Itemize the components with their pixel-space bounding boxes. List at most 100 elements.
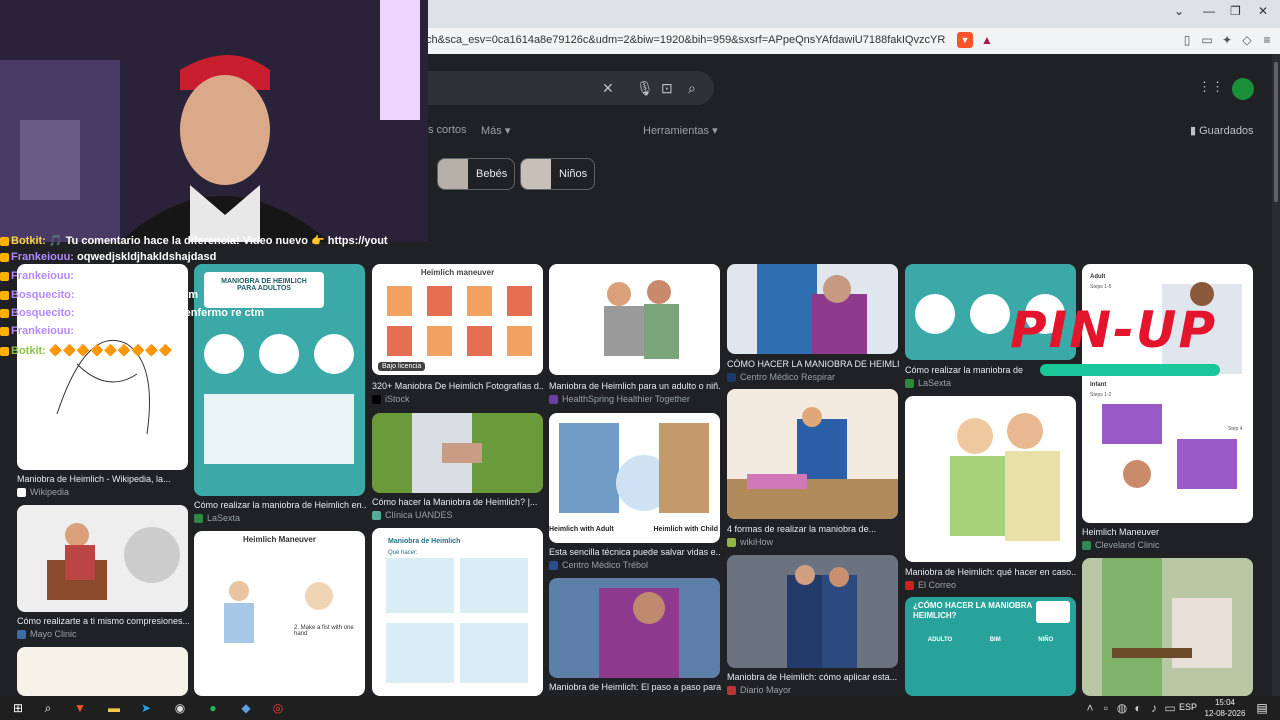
lens-icon[interactable]: ⊡ bbox=[661, 80, 673, 97]
url-text[interactable]: ch&sca_esv=0ca1614a8e79126c&udm=2&biw=19… bbox=[426, 34, 946, 46]
result-image[interactable] bbox=[549, 264, 720, 375]
result-source[interactable]: Diario Mayor bbox=[727, 685, 791, 695]
result-image[interactable] bbox=[727, 389, 898, 519]
wallet-icon[interactable]: ▭ bbox=[1200, 32, 1214, 48]
result-source[interactable]: Centro Médico Trébol bbox=[549, 560, 648, 570]
result-image[interactable]: MANIOBRA DE HEIMLICH PARA ADULTOS bbox=[194, 264, 365, 496]
obs-icon[interactable]: ◉ bbox=[170, 698, 190, 718]
brave-shield-icon[interactable]: ▼ bbox=[957, 32, 973, 48]
result-source[interactable]: LaSexta bbox=[194, 513, 240, 523]
result-caption[interactable]: Maniobra de Heimlich para un adulto o ni… bbox=[549, 381, 721, 391]
windows-start-icon[interactable]: ⊞ bbox=[8, 698, 28, 718]
result-caption[interactable]: Maniobra de Heimlich - Wikipedia, la... bbox=[17, 474, 189, 484]
column-headers: ADULTO BIM NIÑO bbox=[909, 637, 1072, 643]
result-source[interactable]: LaSexta bbox=[905, 378, 951, 388]
result-caption[interactable]: Esta sencilla técnica puede salvar vidas… bbox=[549, 547, 721, 557]
result-image[interactable]: Maniobra de Heimlich Qué hacer: bbox=[372, 528, 543, 696]
result-caption[interactable]: Maniobra de Heimlich: qué hacer en caso.… bbox=[905, 567, 1077, 577]
apps-icon[interactable]: ⋮⋮ bbox=[1198, 79, 1224, 94]
result-image[interactable] bbox=[17, 505, 188, 612]
column-header: BIM bbox=[989, 637, 1001, 643]
result-source[interactable]: iStock bbox=[372, 394, 410, 404]
chat-user: Frankeiouu: bbox=[11, 325, 74, 337]
favicon-icon bbox=[727, 685, 736, 695]
app-icon[interactable]: ◆ bbox=[236, 698, 256, 718]
result-caption[interactable]: Cómo hacer la Maniobra de Heimlich? |... bbox=[372, 497, 544, 507]
msp-logo bbox=[1036, 601, 1070, 623]
result-caption[interactable]: 4 formas de realizar la maniobra de... bbox=[727, 524, 899, 534]
result-caption[interactable]: Heimlich Maneuver bbox=[1082, 527, 1254, 537]
clear-icon[interactable]: ✕ bbox=[602, 80, 614, 97]
result-caption[interactable]: Maniobra de Heimlich: cómo aplicar esta.… bbox=[727, 672, 899, 682]
result-image[interactable]: Heimlich with Adult Heimlich with Child bbox=[549, 413, 720, 543]
chat-text: olmo que wea es oe enfermo re ctm bbox=[77, 307, 265, 319]
favicon-icon bbox=[905, 580, 914, 590]
language-indicator[interactable]: ESP bbox=[1179, 702, 1197, 712]
minimize-icon[interactable]: — bbox=[1203, 4, 1215, 18]
search-icon[interactable]: ⌕ bbox=[688, 80, 696, 97]
saved-link[interactable]: ▮ Guardados bbox=[1190, 124, 1254, 137]
result-image[interactable] bbox=[727, 264, 898, 354]
close-icon[interactable]: ✕ bbox=[1258, 4, 1268, 18]
rewards-icon[interactable]: ▲ bbox=[980, 32, 994, 48]
result-source[interactable]: Clínica UANDES bbox=[372, 510, 453, 520]
result-caption[interactable]: Cómo realizarte a ti mismo compresiones.… bbox=[17, 616, 189, 626]
source-name: Wikipedia bbox=[30, 487, 70, 497]
chrome-icon[interactable]: ◎ bbox=[268, 698, 288, 718]
result-source[interactable]: wikiHow bbox=[727, 537, 773, 547]
scrollbar[interactable] bbox=[1272, 54, 1280, 696]
result-image[interactable] bbox=[549, 578, 720, 678]
image-label-right: Heimlich with Child bbox=[653, 526, 718, 533]
source-name: Diario Mayor bbox=[740, 685, 792, 695]
result-caption[interactable]: Maniobra de Heimlich: El paso a paso par… bbox=[549, 682, 721, 692]
scrollbar-thumb[interactable] bbox=[1274, 62, 1278, 202]
spotify-icon[interactable]: ● bbox=[203, 698, 223, 718]
tray-icon[interactable]: ▭ bbox=[1160, 698, 1180, 718]
illustration bbox=[559, 423, 709, 513]
result-image[interactable] bbox=[372, 413, 543, 493]
notifications-icon[interactable]: ▤ bbox=[1252, 698, 1272, 718]
tab-dropdown-icon[interactable]: ⌄ bbox=[1174, 4, 1184, 18]
result-image[interactable]: Heimlich Maneuver 2. Make a fist with on… bbox=[194, 531, 365, 696]
telegram-icon[interactable]: ➤ bbox=[136, 698, 156, 718]
result-image[interactable]: ¿CÓMO HACER LA MANIOBRA HEIMLICH? ADULTO… bbox=[905, 597, 1076, 696]
result-source[interactable]: El Correo bbox=[905, 580, 956, 590]
result-caption[interactable]: CÓMO HACER LA MANIOBRA DE HEIMLIC... bbox=[727, 359, 899, 369]
result-image[interactable]: Heimlich maneuver Bajo licencia bbox=[372, 264, 543, 375]
tab-short-videos[interactable]: s cortos bbox=[428, 124, 467, 136]
result-source[interactable]: Mayo Clinic bbox=[17, 629, 77, 639]
restore-icon[interactable]: ❐ bbox=[1230, 4, 1241, 18]
chip-ninos[interactable]: Niños bbox=[520, 158, 595, 190]
tab-more[interactable]: Más ▾ bbox=[481, 124, 510, 137]
chip-bebes[interactable]: Bebés bbox=[437, 158, 515, 190]
chat-user: Botkit: bbox=[11, 345, 46, 357]
result-source[interactable]: Cleveland Clinic bbox=[1082, 540, 1160, 550]
result-image[interactable] bbox=[17, 647, 188, 696]
brave-browser-icon[interactable]: ▼ bbox=[70, 698, 90, 718]
menu-icon[interactable]: ≡ bbox=[1260, 32, 1274, 48]
result-caption[interactable]: Cómo realizar la maniobra de Heimlich en… bbox=[194, 500, 366, 510]
step-label: 2. Make a fist with one hand bbox=[294, 625, 354, 637]
favicon-icon bbox=[905, 378, 914, 388]
source-name: HealthSpring Healthier Together bbox=[562, 394, 690, 404]
result-source[interactable]: HealthSpring Healthier Together bbox=[549, 394, 690, 404]
clock[interactable]: 15:04 12-08-2026 bbox=[1203, 697, 1247, 719]
result-source[interactable]: Wikipedia bbox=[17, 487, 69, 497]
avatar[interactable] bbox=[1232, 78, 1254, 100]
photo bbox=[599, 588, 679, 678]
result-image[interactable] bbox=[727, 555, 898, 668]
chat-line: Frankeiouu: all wn bbox=[0, 270, 108, 282]
saved-label: Guardados bbox=[1199, 125, 1254, 137]
search-icon[interactable]: ⌕ bbox=[38, 698, 58, 718]
result-source[interactable]: Centro Médico Respirar bbox=[727, 372, 835, 382]
tab-tools[interactable]: Herramientas ▾ bbox=[643, 124, 718, 137]
sidebar-icon[interactable]: ▯ bbox=[1180, 32, 1194, 48]
result-image[interactable] bbox=[1082, 558, 1253, 696]
mic-icon[interactable]: 🎙 bbox=[636, 80, 654, 97]
result-image[interactable] bbox=[905, 396, 1076, 562]
vpn-icon[interactable]: ◇ bbox=[1240, 32, 1254, 48]
leo-icon[interactable]: ✦ bbox=[1220, 32, 1234, 48]
result-caption[interactable]: 320+ Maniobra De Heimlich Fotografías d.… bbox=[372, 381, 544, 391]
file-explorer-icon[interactable]: ▬ bbox=[104, 698, 124, 718]
webcam-overlay bbox=[0, 0, 428, 242]
